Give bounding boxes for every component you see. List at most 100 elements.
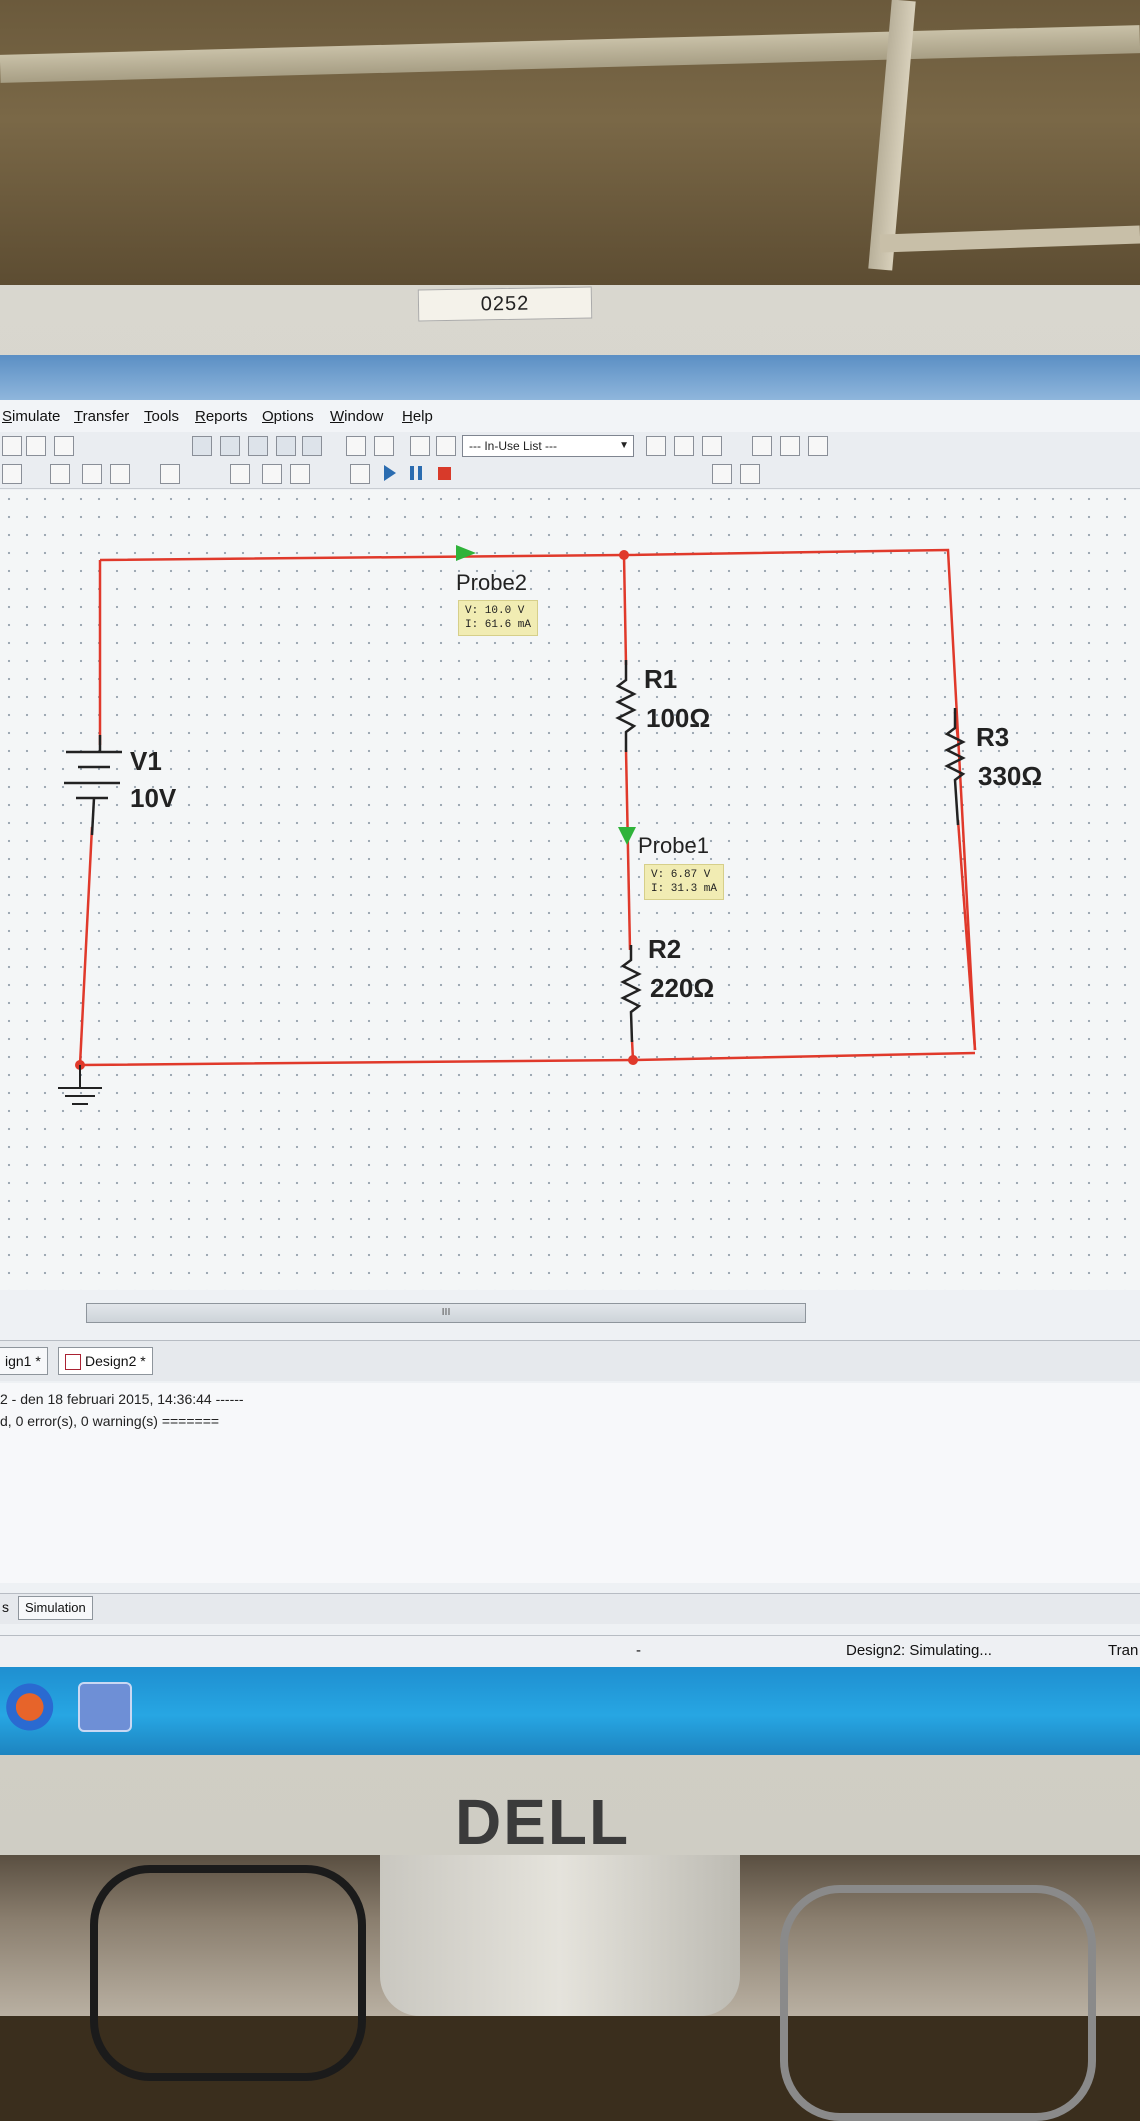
resistor-icon[interactable] — [110, 464, 130, 484]
schematic-icon — [65, 1354, 81, 1371]
in-use-list-dropdown[interactable]: --- In-Use List --- ▼ — [462, 435, 634, 457]
menu-reports[interactable]: Reports — [195, 408, 248, 425]
erc-icon[interactable] — [646, 436, 666, 456]
ground-icon[interactable] — [82, 464, 102, 484]
back-annotate-icon[interactable] — [410, 436, 430, 456]
in-use-list-value: --- In-Use List --- — [469, 439, 557, 453]
probe1-current: I: 31.3 mA — [651, 883, 718, 895]
probe2-name-label: Probe2 — [456, 570, 527, 595]
export-icon[interactable] — [702, 436, 722, 456]
wire[interactable] — [78, 826, 976, 1067]
r2-value-label: 220Ω — [650, 973, 714, 1003]
probe1-voltage: V: 6.87 V — [651, 869, 711, 881]
tab-simulation[interactable]: Simulation — [18, 1596, 93, 1620]
schematic-canvas[interactable]: V1 10V R1 100Ω R2 220Ω R3 330Ω Probe2 Pr… — [0, 490, 1140, 1290]
step-icon[interactable] — [290, 464, 310, 484]
horizontal-scrollbar[interactable]: III — [86, 1303, 806, 1323]
menu-bar: Simulate Transfer Tools Reports Options … — [0, 400, 1140, 432]
status-bar: - Design2: Simulating... Tran — [0, 1635, 1140, 1666]
r3-value-label: 330Ω — [978, 761, 1042, 791]
wire[interactable] — [622, 554, 628, 666]
pause-icon[interactable] — [410, 466, 414, 480]
database-icon[interactable] — [346, 436, 366, 456]
gear-icon[interactable] — [350, 464, 370, 484]
monitor-stand-area — [0, 1855, 1140, 2121]
chevron-down-icon: ▼ — [619, 440, 629, 451]
source-name-label: V1 — [130, 746, 162, 776]
stop-icon[interactable] — [438, 467, 451, 480]
status-separator: - — [636, 1642, 641, 1659]
tab-design1[interactable]: ign1 * — [0, 1347, 48, 1375]
scrollbar-grip[interactable]: III — [442, 1307, 451, 1318]
help-icon[interactable] — [808, 436, 828, 456]
netlist-icon[interactable] — [374, 436, 394, 456]
toolbox-icon[interactable] — [192, 436, 212, 456]
postprocessor-icon[interactable] — [302, 436, 322, 456]
globe-icon[interactable] — [780, 436, 800, 456]
probe1-name-label: Probe1 — [638, 833, 709, 858]
firefox-icon[interactable] — [0, 1682, 54, 1732]
design-tabs: ign1 * Design2 * — [0, 1340, 1140, 1381]
probe-icon[interactable] — [230, 464, 250, 484]
simulation-status: Design2: Simulating... — [846, 1642, 992, 1659]
transfer-icon[interactable] — [674, 436, 694, 456]
windows-taskbar — [0, 1667, 1140, 1755]
probe1-readout: V: 6.87 V I: 31.3 mA — [644, 864, 725, 900]
menu-help[interactable]: Help — [402, 408, 433, 425]
battery-icon[interactable] — [64, 735, 122, 836]
menu-window[interactable]: Window — [330, 408, 383, 425]
redo-icon[interactable] — [54, 436, 74, 456]
wire[interactable] — [956, 819, 977, 1051]
bus-icon[interactable] — [50, 464, 70, 484]
results-output-pane: 2 - den 18 februari 2015, 14:36:44 -----… — [0, 1383, 1140, 1583]
monitor-stand — [380, 1855, 740, 2016]
status-transient: Tran — [1108, 1642, 1139, 1659]
wire[interactable] — [624, 749, 632, 951]
source-value-label: 10V — [130, 783, 177, 813]
monitor-screen: Simulate Transfer Tools Reports Options … — [0, 355, 1140, 1755]
search-icon[interactable] — [752, 436, 772, 456]
undo-icon[interactable] — [26, 436, 46, 456]
menu-options[interactable]: Options — [262, 408, 314, 425]
forward-annotate-icon[interactable] — [436, 436, 456, 456]
resistor-r2-icon[interactable] — [620, 945, 642, 1043]
probe2-current: I: 61.6 mA — [465, 619, 532, 631]
tab-components[interactable]: s — [0, 1596, 15, 1618]
window-titlebar — [0, 355, 1140, 400]
probe2-marker-icon[interactable] — [456, 545, 476, 561]
ground-icon[interactable] — [58, 1065, 102, 1105]
menu-simulate[interactable]: Simulate — [2, 408, 60, 425]
probe2-readout: V: 10.0 V I: 61.6 mA — [458, 600, 539, 636]
ceiling-beam — [879, 225, 1140, 253]
probe2-voltage: V: 10.0 V — [465, 605, 525, 617]
asset-tag-label: 0252 — [417, 286, 593, 322]
list-icon[interactable] — [740, 464, 760, 484]
print-icon[interactable] — [2, 436, 22, 456]
transistor-icon[interactable] — [160, 464, 180, 484]
probe1-marker-icon[interactable] — [618, 827, 636, 845]
menu-transfer[interactable]: Transfer — [74, 408, 129, 425]
tab-design2[interactable]: Design2 * — [58, 1347, 153, 1375]
output-line: 2 - den 18 februari 2015, 14:36:44 -----… — [0, 1391, 244, 1407]
connector-icon[interactable] — [262, 464, 282, 484]
spreadsheet-icon[interactable] — [220, 436, 240, 456]
ceiling-beam — [0, 25, 1140, 83]
pause-icon[interactable] — [418, 466, 422, 480]
spreadsheet-tabs: s Simulation — [0, 1593, 1140, 1624]
r2-name-label: R2 — [648, 934, 681, 964]
r3-name-label: R3 — [976, 722, 1009, 752]
r1-name-label: R1 — [644, 664, 677, 694]
junction-dot — [619, 550, 629, 560]
menu-tools[interactable]: Tools — [144, 408, 179, 425]
junction-dot — [628, 1055, 638, 1065]
cable — [90, 1865, 366, 2081]
schematic-drawing: V1 10V R1 100Ω R2 220Ω R3 330Ω Probe2 Pr… — [58, 545, 1042, 1105]
main-toolbar: --- In-Use List --- ▼ — [0, 432, 1140, 460]
list-icon[interactable] — [712, 464, 732, 484]
grapher-icon[interactable] — [276, 436, 296, 456]
resistor-r1-icon[interactable] — [615, 660, 637, 752]
source-icon[interactable] — [2, 464, 22, 484]
breadboard-icon[interactable] — [248, 436, 268, 456]
run-icon[interactable] — [384, 465, 396, 481]
multisim-icon[interactable] — [78, 1682, 132, 1732]
